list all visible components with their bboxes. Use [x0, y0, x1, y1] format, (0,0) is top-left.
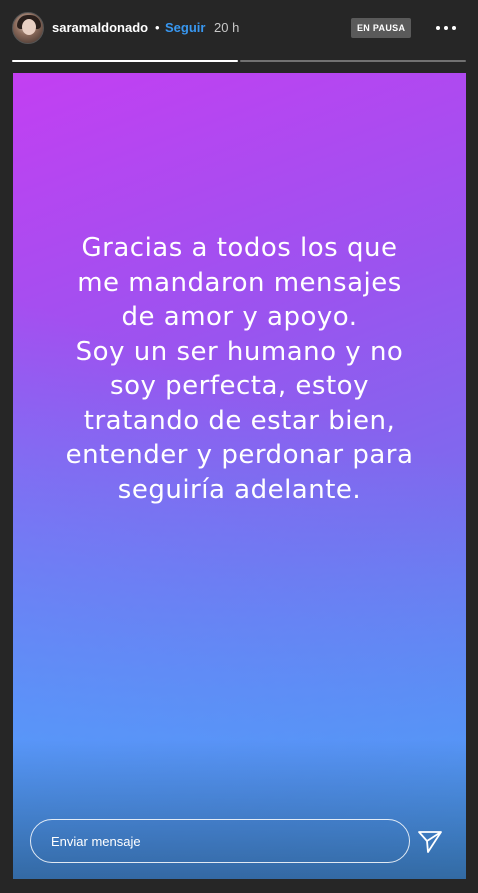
paused-badge: EN PAUSA [351, 18, 412, 38]
story-text-line: tratando de estar bien, [83, 405, 396, 436]
story-text-line: soy perfecta, estoy [110, 371, 369, 401]
progress-segment [12, 60, 238, 62]
story-text-line: de amor y apoyo. [121, 302, 358, 332]
more-dot [436, 26, 440, 30]
more-dot [452, 26, 456, 30]
story-progress-bar [12, 60, 466, 62]
story-text-line: Soy un ser humano y no [75, 336, 404, 367]
story-text-line: me mandaron mensajes [77, 267, 402, 298]
story-header: saramaldonado • Seguir 20 h EN PAUSA [0, 0, 478, 56]
story-text: Gracias a todos los que me mandaron mens… [13, 231, 466, 507]
separator-dot: • [155, 20, 160, 35]
follow-button[interactable]: Seguir [165, 20, 205, 36]
username-link[interactable]: saramaldonado [52, 20, 148, 36]
story-text-line: seguiría adelante. [117, 474, 362, 505]
story-text-line: Gracias a todos los que [81, 233, 398, 263]
progress-segment [240, 60, 466, 62]
avatar[interactable] [12, 12, 44, 44]
more-dot [444, 26, 448, 30]
post-time: 20 h [214, 20, 240, 35]
story-content[interactable]: Gracias a todos los que me mandaron mens… [13, 73, 466, 879]
more-horizontal-icon[interactable] [432, 18, 460, 38]
progress-fill [12, 60, 238, 62]
story-text-line: entender y perdonar para [65, 440, 414, 470]
send-icon[interactable] [417, 828, 443, 854]
reply-field[interactable] [30, 819, 410, 863]
avatar-face [22, 19, 36, 35]
message-input[interactable] [31, 820, 409, 862]
send-icon-svg [418, 831, 442, 853]
